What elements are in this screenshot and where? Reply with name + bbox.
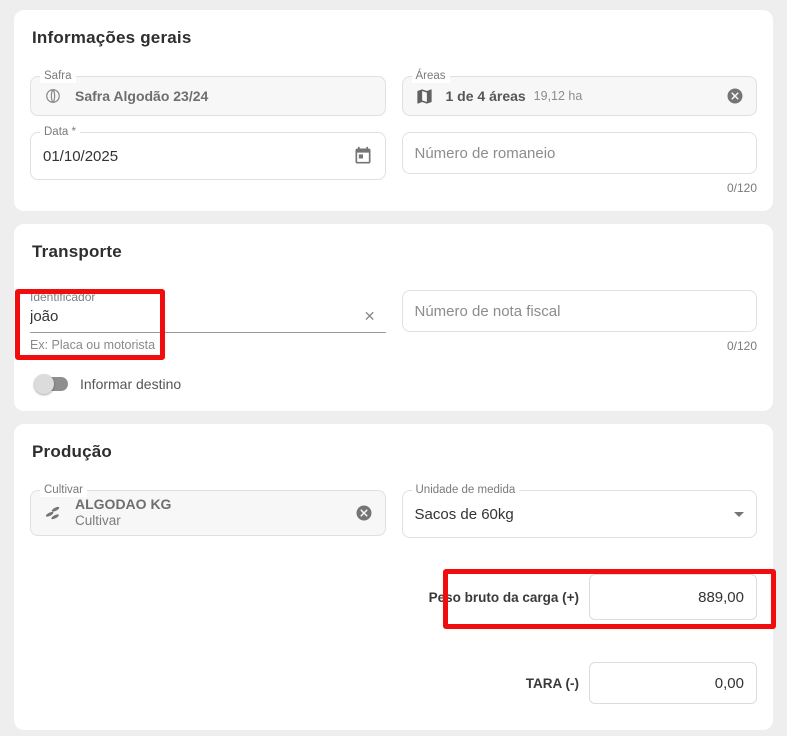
toggle-thumb: [34, 374, 54, 394]
peso-bruto-row: Peso bruto da carga (+): [30, 574, 757, 620]
unidade-medida-label: Unidade de medida: [412, 483, 520, 497]
informar-destino-label: Informar destino: [80, 376, 181, 392]
peso-bruto-input[interactable]: [589, 574, 757, 620]
cultivar-field[interactable]: Cultivar ALGODAO KG Cultivar: [30, 490, 386, 536]
safra-field[interactable]: Safra Safra Algodão 23/24: [30, 76, 386, 116]
section-title-transporte: Transporte: [32, 242, 757, 262]
cultivar-value-group: ALGODAO KG Cultivar: [75, 496, 171, 530]
romaneio-group: 0/120: [402, 132, 758, 195]
romaneio-input[interactable]: [402, 132, 758, 174]
chevron-down-icon: [734, 512, 744, 517]
areas-detail: 19,12 ha: [534, 89, 583, 103]
identificador-value-row: ✕: [30, 305, 386, 333]
informar-destino-toggle[interactable]: [34, 374, 68, 394]
tara-row: TARA (-): [30, 662, 757, 704]
data-value: 01/10/2025: [43, 148, 353, 165]
calendar-icon[interactable]: [353, 146, 373, 166]
general-info-card: Informações gerais Safra Safra Algodão 2…: [14, 10, 773, 211]
data-label: Data *: [40, 125, 80, 139]
nota-fiscal-group: 0/120: [402, 290, 758, 353]
data-field[interactable]: Data * 01/10/2025: [30, 132, 386, 180]
transporte-row-1: Identificador ✕ Ex: Placa ou motorista 0…: [30, 290, 757, 353]
cotton-icon: [43, 86, 63, 106]
transporte-card: Transporte Identificador ✕ Ex: Placa ou …: [14, 224, 773, 411]
areas-clear-button[interactable]: [726, 87, 744, 105]
section-title-producao: Produção: [32, 442, 757, 462]
producao-card: Produção Cultivar ALGODAO KG Cultivar: [14, 424, 773, 730]
safra-label: Safra: [40, 69, 76, 83]
cultivar-subvalue: Cultivar: [75, 513, 171, 530]
clear-x-icon[interactable]: ✕: [354, 308, 386, 325]
nota-fiscal-counter: 0/120: [402, 339, 758, 353]
identificador-label: Identificador: [30, 290, 386, 305]
cultivar-label: Cultivar: [40, 483, 87, 497]
peso-bruto-label: Peso bruto da carga (+): [429, 590, 579, 605]
unidade-medida-value: Sacos de 60kg: [415, 506, 514, 523]
seeds-icon: [43, 503, 63, 523]
section-title-general: Informações gerais: [32, 28, 757, 48]
informar-destino-row: Informar destino: [30, 373, 757, 395]
cultivar-value: ALGODAO KG: [75, 496, 171, 514]
tara-input[interactable]: [589, 662, 757, 704]
unidade-medida-select[interactable]: Unidade de medida Sacos de 60kg: [402, 490, 758, 538]
areas-label: Áreas: [412, 69, 450, 83]
safra-value: Safra Algodão 23/24: [75, 88, 208, 104]
cultivar-clear-button[interactable]: [355, 504, 373, 522]
identificador-helper: Ex: Placa ou motorista: [30, 338, 386, 352]
romaneio-counter: 0/120: [402, 181, 758, 195]
general-row-1: Safra Safra Algodão 23/24 Áreas 1 de 4 á…: [30, 76, 757, 116]
identificador-field: Identificador ✕ Ex: Placa ou motorista: [30, 290, 386, 352]
cancel-icon: [355, 504, 373, 522]
cancel-icon: [726, 87, 744, 105]
identificador-input[interactable]: [30, 308, 354, 325]
map-icon: [415, 87, 434, 106]
areas-value: 1 de 4 áreas: [446, 88, 526, 104]
tara-label: TARA (-): [526, 676, 579, 691]
general-row-2: Data * 01/10/2025 0/120: [30, 132, 757, 195]
producao-row-1: Cultivar ALGODAO KG Cultivar: [30, 490, 757, 538]
areas-field[interactable]: Áreas 1 de 4 áreas 19,12 ha: [402, 76, 758, 116]
nota-fiscal-input[interactable]: [402, 290, 758, 332]
